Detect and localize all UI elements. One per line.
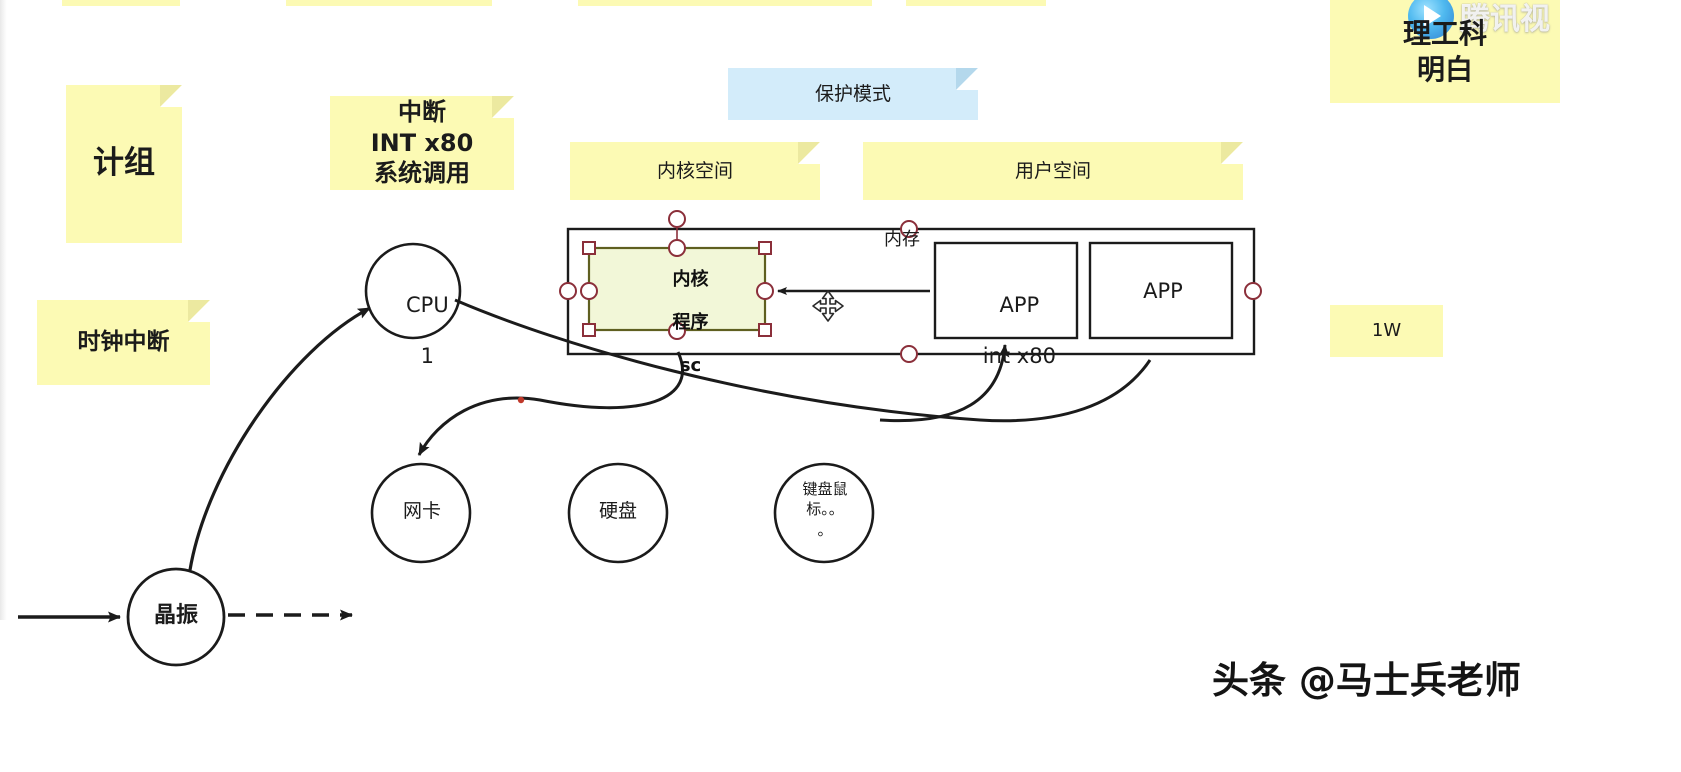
selection-handle-top-right[interactable]	[758, 241, 772, 255]
note-user-space-label: 用户空间	[1014, 159, 1091, 182]
note-calc[interactable]: 计组	[66, 85, 182, 243]
note-major-line1: 理工科	[1402, 16, 1487, 50]
note-protect-mode[interactable]: 保护模式	[728, 68, 978, 120]
note-fold-cut-icon	[492, 96, 514, 118]
kernel-program-line2: 程序	[672, 311, 709, 333]
note-calc-label: 计组	[93, 145, 155, 182]
diagram-canvas: 计组 中断 INT x80 系统调用 时钟中断 内核空间 用户空间 保护模式 理…	[0, 0, 1681, 772]
bottom-watermark: 头条 @马士兵老师	[1212, 659, 1521, 702]
note-major-line2: 明白	[1416, 52, 1473, 86]
cpu-label-line2: 1	[420, 343, 435, 368]
note-fold-cut-icon	[1221, 142, 1243, 164]
selection-handle-left-mid[interactable]	[580, 282, 598, 300]
note-1w-label: 1W	[1371, 320, 1402, 342]
crystal-label: 晶振	[153, 603, 198, 628]
note-clock-interrupt[interactable]: 时钟中断	[37, 300, 210, 385]
note-interrupt-line3: 系统调用	[374, 159, 470, 188]
note-protect-mode-label: 保护模式	[814, 82, 891, 105]
connection-point-memory-right[interactable]	[1244, 282, 1262, 300]
cpu-label-line1: CPU	[406, 293, 449, 318]
move-cursor-icon	[812, 290, 844, 322]
note-user-space[interactable]: 用户空间	[863, 142, 1243, 200]
app2-label: APP	[1143, 279, 1183, 303]
disk-label: 硬盘	[598, 500, 637, 522]
app1-label: APP int x80	[950, 268, 1062, 394]
app1-line2: int x80	[982, 343, 1056, 368]
cpu-label: CPU 1	[378, 268, 450, 394]
note-fold-cut-icon	[188, 300, 210, 322]
note-fold-cut-icon	[160, 85, 182, 107]
connection-point-memory-bottom[interactable]	[900, 345, 918, 363]
note-fold-cut-icon	[798, 142, 820, 164]
selection-handle-bottom-left[interactable]	[582, 323, 596, 337]
note-kernel-space[interactable]: 内核空间	[570, 142, 820, 200]
app1-line1: APP	[999, 293, 1040, 318]
nic-label: 网卡	[402, 500, 441, 522]
note-interrupt-line1: 中断	[398, 97, 446, 126]
note-fold-cut-icon	[956, 68, 978, 90]
kernel-program-line3: sc	[679, 354, 702, 376]
note-interrupt-label: 中断 INT x80 系统调用	[365, 97, 480, 189]
selection-handle-right-mid[interactable]	[756, 282, 774, 300]
arrow-crystal-to-cpu	[188, 306, 371, 571]
note-major[interactable]: 理工科 明白	[1330, 0, 1560, 103]
memory-label: 内存	[884, 229, 920, 250]
kernel-program-line1: 内核	[672, 268, 709, 290]
note-interrupt[interactable]: 中断 INT x80 系统调用	[330, 96, 514, 190]
kernel-program-label: 内核 程序 sc	[630, 247, 726, 398]
note-interrupt-line2: INT x80	[370, 128, 474, 157]
note-kernel-space-label: 内核空间	[656, 159, 733, 182]
connection-point-memory-left[interactable]	[559, 282, 577, 300]
note-clock-label: 时钟中断	[77, 328, 170, 355]
curve-waypoint-dot	[517, 396, 525, 404]
note-1w[interactable]: 1W	[1330, 305, 1443, 357]
note-major-label: 理工科 明白	[1397, 16, 1493, 88]
connection-point-top-outer[interactable]	[668, 210, 686, 228]
selection-handle-top-left[interactable]	[582, 241, 596, 255]
keyboard-mouse-label: 键盘鼠 标。。 。	[802, 480, 848, 539]
selection-handle-bottom-right[interactable]	[758, 323, 772, 337]
